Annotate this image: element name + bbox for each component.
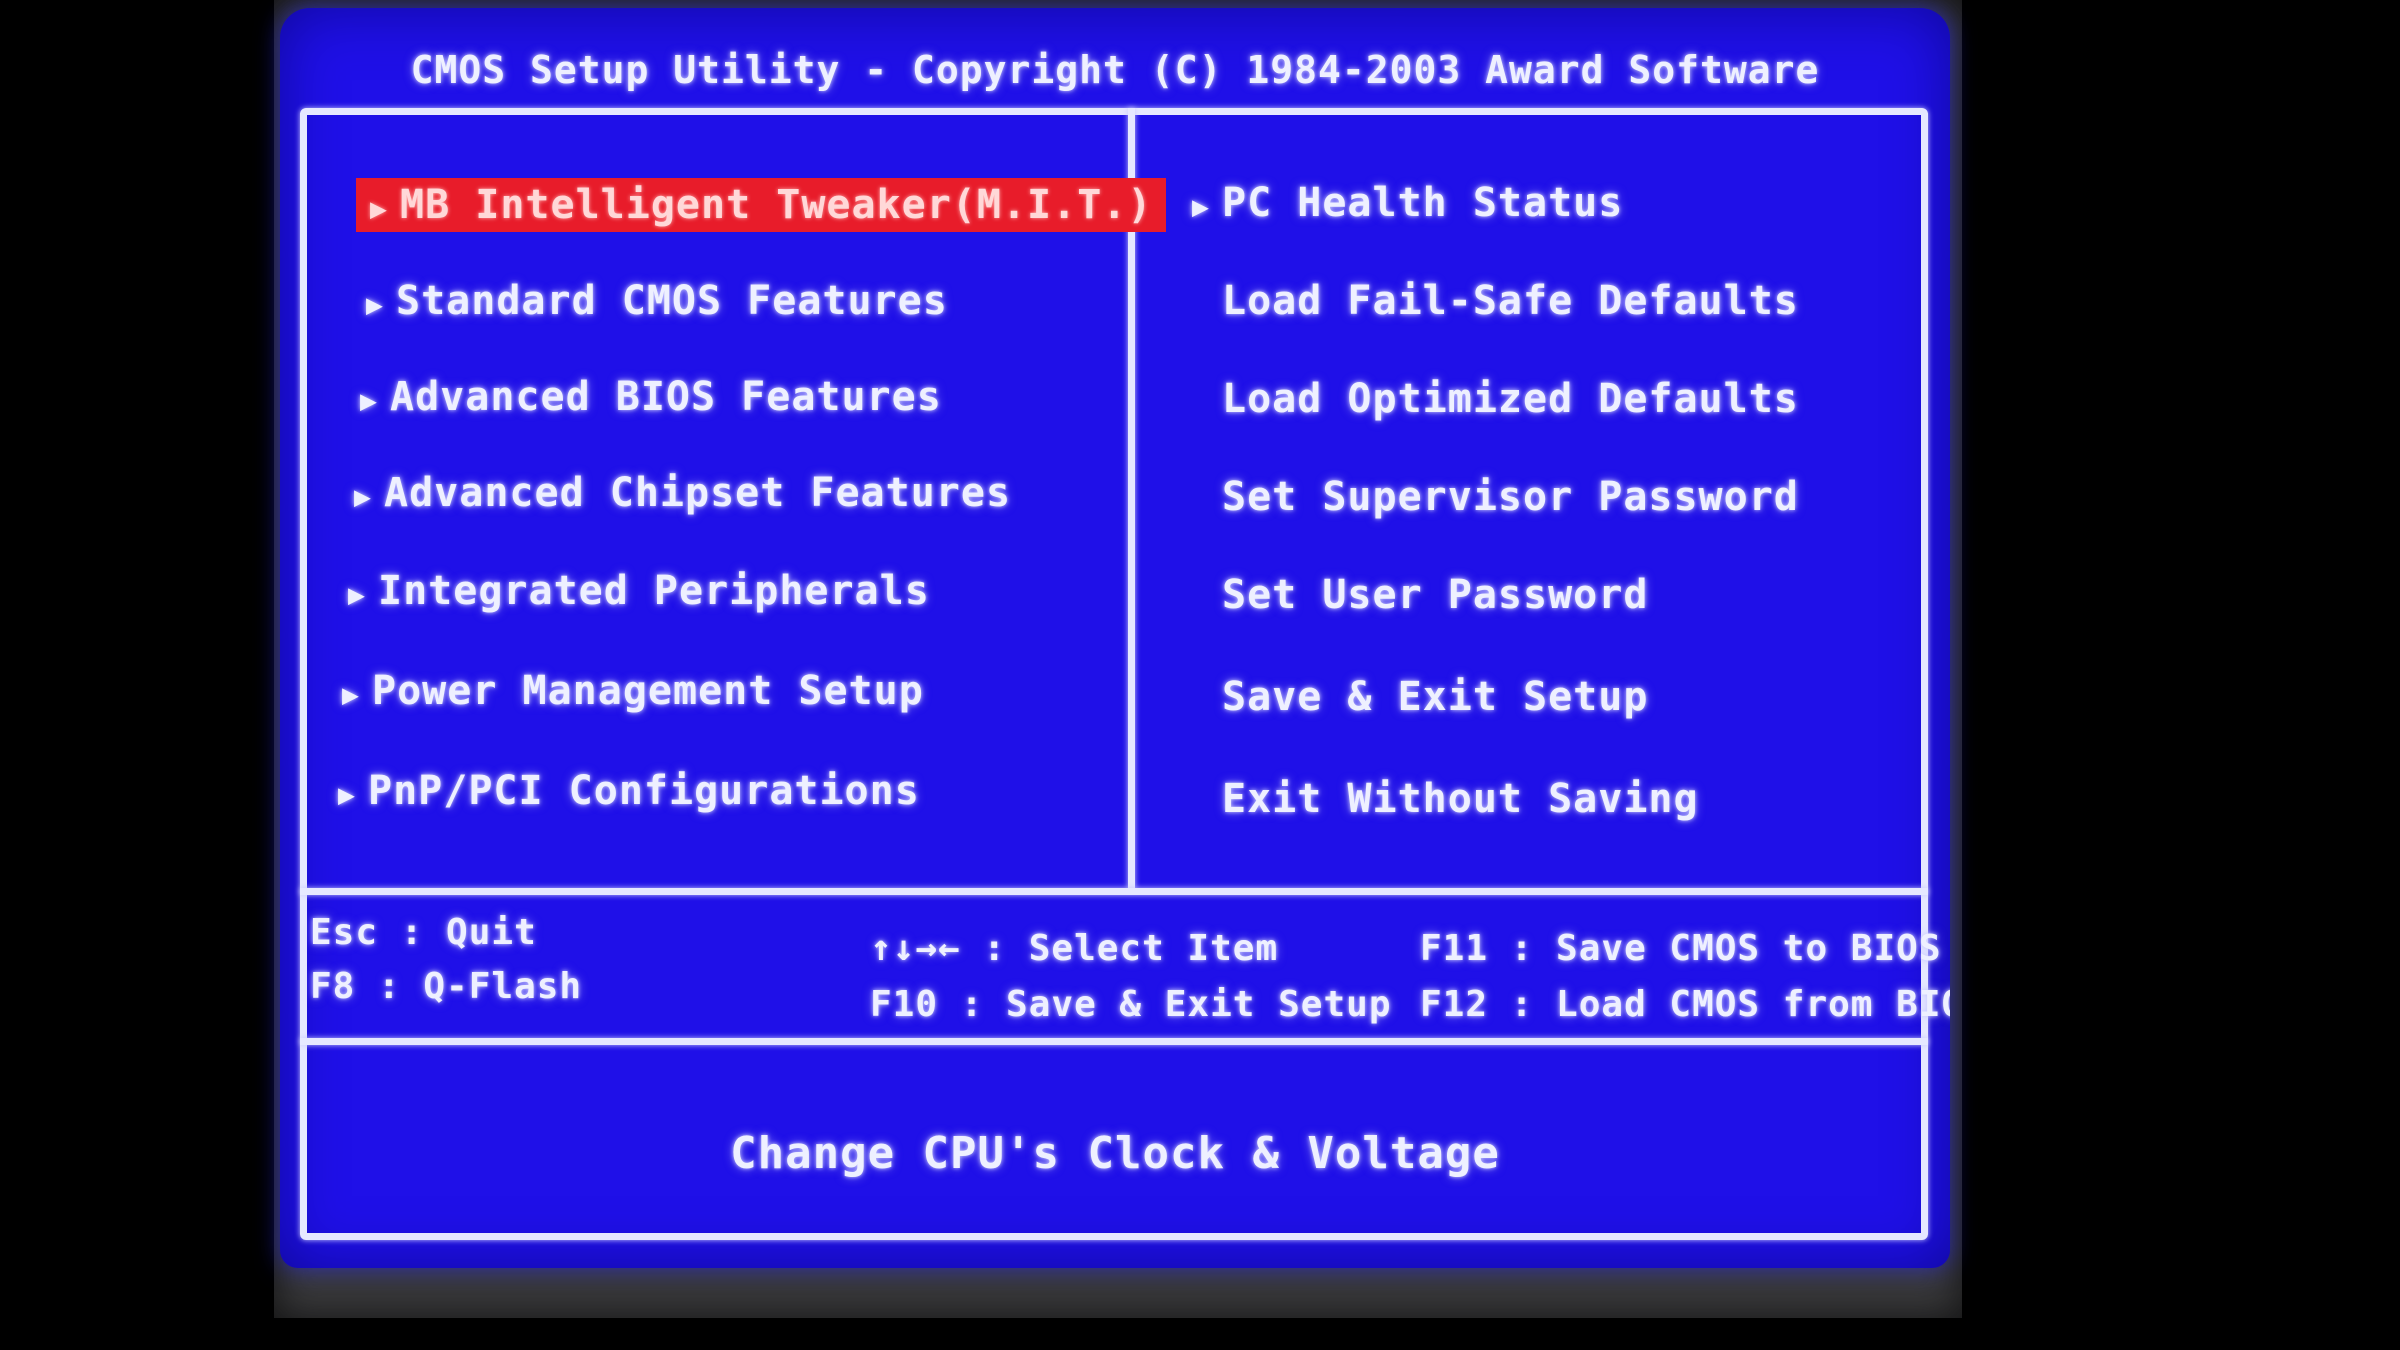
key-f8-qflash: F8 : Q-Flash xyxy=(310,966,583,1007)
menu-item-label: Load Optimized Defaults xyxy=(1222,376,1799,422)
menu-item-load-fail-safe-defaults[interactable]: Load Fail-Safe Defaults xyxy=(1208,274,1813,328)
menu-item-label: Advanced Chipset Features xyxy=(384,470,1012,516)
key-f11-save-cmos: F11 : Save CMOS to BIOS xyxy=(1420,928,1942,969)
key-help-divider xyxy=(300,1038,1928,1045)
menu-item-integrated-peripherals[interactable]: ▶ Integrated Peripherals xyxy=(334,564,944,618)
key-arrows-select: ↑↓→← : Select Item xyxy=(870,928,1279,969)
menu-item-power-management-setup[interactable]: ▶ Power Management Setup xyxy=(328,664,938,718)
menu-item-label: Set User Password xyxy=(1222,572,1649,618)
menu-item-pnp-pci-configurations[interactable]: ▶ PnP/PCI Configurations xyxy=(324,764,934,818)
menu-arrow-icon: ▶ xyxy=(366,288,384,321)
menu-item-pc-health-status[interactable]: ▶ PC Health Status xyxy=(1178,176,1637,230)
menu-item-advanced-chipset-features[interactable]: ▶ Advanced Chipset Features xyxy=(340,466,1025,520)
menu-item-label: Exit Without Saving xyxy=(1222,776,1699,822)
key-esc-quit: Esc : Quit xyxy=(310,912,537,953)
key-f12-load-cmos: F12 : Load CMOS from BIOS xyxy=(1420,984,1950,1025)
menu-arrow-icon: ▶ xyxy=(360,384,378,417)
menu-item-label: PnP/PCI Configurations xyxy=(368,768,920,814)
menu-item-mb-intelligent-tweaker[interactable]: ▶ MB Intelligent Tweaker(M.I.T.) xyxy=(356,178,1167,232)
menu-item-label: PC Health Status xyxy=(1222,180,1624,226)
menu-item-label: Power Management Setup xyxy=(372,668,924,714)
menu-item-label: Advanced BIOS Features xyxy=(390,374,942,420)
menu-item-load-optimized-defaults[interactable]: Load Optimized Defaults xyxy=(1208,372,1813,426)
menu-arrow-icon: ▶ xyxy=(338,778,356,811)
menu-arrow-icon: ▶ xyxy=(354,480,372,513)
help-text: Change CPU's Clock & Voltage xyxy=(730,1128,1500,1179)
menu-item-label: Set Supervisor Password xyxy=(1222,474,1799,520)
menu-item-label: Save & Exit Setup xyxy=(1222,674,1649,720)
menu-arrow-icon: ▶ xyxy=(348,578,366,611)
menu-key-divider xyxy=(300,888,1928,895)
menu-arrow-icon: ▶ xyxy=(342,678,360,711)
menu-item-label: Integrated Peripherals xyxy=(378,568,930,614)
menu-item-label: MB Intelligent Tweaker(M.I.T.) xyxy=(400,182,1153,228)
bios-screen: CMOS Setup Utility - Copyright (C) 1984-… xyxy=(280,8,1950,1268)
menu-arrow-icon: ▶ xyxy=(1192,190,1210,223)
menu-item-label: Standard CMOS Features xyxy=(396,278,948,324)
setup-title: CMOS Setup Utility - Copyright (C) 1984-… xyxy=(410,48,1820,92)
menu-item-standard-cmos-features[interactable]: ▶ Standard CMOS Features xyxy=(352,274,962,328)
menu-item-set-supervisor-password[interactable]: Set Supervisor Password xyxy=(1208,470,1813,524)
key-f10-save-exit: F10 : Save & Exit Setup xyxy=(870,984,1392,1025)
menu-item-advanced-bios-features[interactable]: ▶ Advanced BIOS Features xyxy=(346,370,956,424)
menu-item-save-and-exit-setup[interactable]: Save & Exit Setup xyxy=(1208,670,1662,724)
menu-item-exit-without-saving[interactable]: Exit Without Saving xyxy=(1208,772,1713,826)
menu-item-label: Load Fail-Safe Defaults xyxy=(1222,278,1799,324)
menu-item-set-user-password[interactable]: Set User Password xyxy=(1208,568,1662,622)
menu-arrow-icon: ▶ xyxy=(370,192,388,225)
